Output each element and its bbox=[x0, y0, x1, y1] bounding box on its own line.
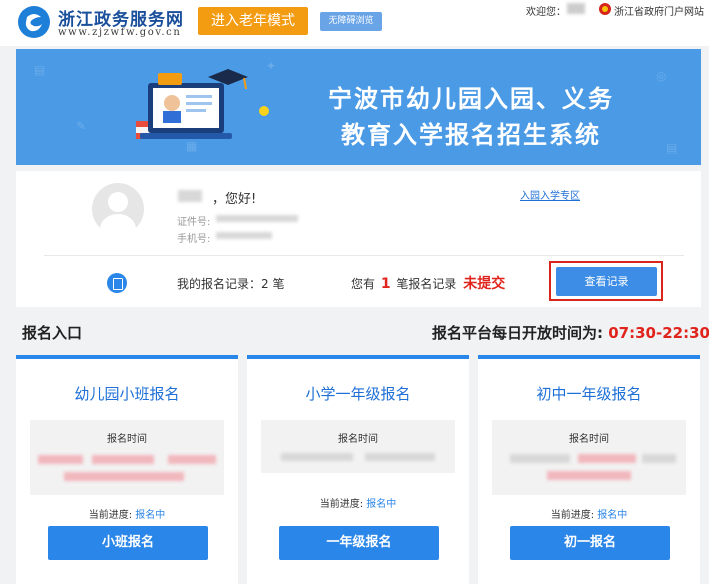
greeting-text: ，您好! bbox=[212, 192, 257, 207]
banner-title-line2: 教育入学报名招生系统 bbox=[341, 120, 601, 149]
redacted-time bbox=[281, 453, 353, 461]
elder-mode-button[interactable]: 进入老年模式 bbox=[198, 7, 308, 35]
education-illustration bbox=[136, 69, 269, 139]
redacted-time bbox=[38, 455, 83, 464]
progress-label: 当前进度: bbox=[550, 510, 595, 521]
progress-label: 当前进度: bbox=[319, 499, 364, 510]
redacted-username bbox=[567, 3, 585, 14]
my-records-count: 我的报名记录：2 笔 bbox=[177, 277, 285, 291]
pending-prefix: 您有 bbox=[351, 277, 376, 291]
pending-status: 未提交 bbox=[463, 276, 506, 292]
enroll-card-junior: 初中一年级报名 报名时间 当前进度: 报名中 初一报名 bbox=[478, 355, 700, 584]
banner-decoration-icon: ◎ bbox=[656, 69, 667, 83]
banner-title-line1: 宁波市幼儿园入园、义务 bbox=[328, 84, 614, 113]
system-banner: ▤ ✎ ▦ ◎ ▤ ✦ 宁波市幼儿园入园、义务 教育入学报名招生系统 bbox=[16, 49, 701, 165]
enroll-button-junior[interactable]: 初一报名 bbox=[510, 526, 670, 560]
opening-hours-label: 报名平台每日开放时间为: bbox=[432, 324, 603, 342]
enroll-time-label: 报名时间 bbox=[338, 434, 378, 445]
record-list-icon bbox=[107, 273, 127, 293]
site-url: www.zjzwfw.gov.cn bbox=[58, 27, 182, 38]
view-records-button[interactable]: 查看记录 bbox=[556, 267, 657, 296]
enroll-time-box: 报名时间 bbox=[30, 420, 224, 495]
app-logo-icon[interactable] bbox=[18, 6, 50, 38]
redacted-time bbox=[64, 472, 184, 481]
gov-emblem-icon bbox=[599, 3, 611, 15]
banner-decoration-icon: ✎ bbox=[76, 119, 87, 133]
user-info-card: ，您好! 证件号: 手机号: 入园入学专区 我的报名记录：2 笔 您有 1 笔报… bbox=[16, 171, 701, 307]
progress-status: 当前进度: 报名中 bbox=[247, 495, 469, 510]
enroll-card-primary: 小学一年级报名 报名时间 当前进度: 报名中 一年级报名 bbox=[247, 355, 469, 584]
redacted-time bbox=[547, 471, 631, 480]
id-number-label: 证件号: bbox=[177, 217, 211, 228]
divider bbox=[44, 255, 684, 256]
banner-decoration-icon: ▤ bbox=[34, 63, 46, 77]
redacted-name bbox=[178, 190, 202, 202]
top-header: 浙江政务服务网 www.zjzwfw.gov.cn 进入老年模式 无障碍浏览 欢… bbox=[0, 0, 709, 46]
enroll-time-box: 报名时间 bbox=[261, 420, 455, 473]
redacted-time bbox=[510, 454, 570, 463]
section-title: 报名入口 bbox=[22, 324, 83, 342]
phone-number-label: 手机号: bbox=[177, 234, 211, 245]
pending-record-notice: 您有 1 笔报名记录 未提交 bbox=[351, 273, 505, 293]
card-title: 小学一年级报名 bbox=[305, 385, 411, 403]
progress-status: 当前进度: 报名中 bbox=[478, 506, 700, 521]
banner-decoration-icon: ▤ bbox=[666, 141, 678, 155]
card-title: 初中一年级报名 bbox=[536, 385, 642, 403]
banner-title: 宁波市幼儿园入园、义务 教育入学报名招生系统 bbox=[301, 81, 641, 153]
opening-hours-value: 07:30-22:30 bbox=[608, 324, 709, 342]
pending-middle: 笔报名记录 bbox=[396, 277, 457, 291]
enroll-button-primary[interactable]: 一年级报名 bbox=[279, 526, 439, 560]
redacted-time bbox=[578, 454, 636, 463]
progress-value: 报名中 bbox=[135, 510, 166, 521]
progress-status: 当前进度: 报名中 bbox=[16, 506, 238, 521]
barrier-free-button[interactable]: 无障碍浏览 bbox=[320, 12, 382, 31]
avatar bbox=[92, 183, 144, 235]
redacted-phone-number bbox=[216, 232, 272, 239]
redacted-time bbox=[92, 455, 154, 464]
welcome-label: 欢迎您： bbox=[526, 7, 566, 18]
redacted-time bbox=[365, 453, 435, 461]
redacted-time bbox=[642, 454, 676, 463]
progress-value: 报名中 bbox=[597, 510, 628, 521]
card-title: 幼儿园小班报名 bbox=[74, 385, 180, 403]
opening-hours: 报名平台每日开放时间为: 07:30-22:30 bbox=[432, 322, 709, 343]
progress-value: 报名中 bbox=[366, 499, 397, 510]
enroll-card-kindergarten: 幼儿园小班报名 报名时间 当前进度: 报名中 小班报名 bbox=[16, 355, 238, 584]
pending-count: 1 bbox=[380, 276, 391, 292]
enrollment-zone-link[interactable]: 入园入学专区 bbox=[520, 187, 580, 202]
enroll-time-box: 报名时间 bbox=[492, 420, 686, 495]
enroll-time-label: 报名时间 bbox=[569, 434, 609, 445]
redacted-time bbox=[168, 455, 216, 464]
redacted-id-number bbox=[216, 215, 298, 222]
gov-portal-link[interactable]: 浙江省政府门户网站 bbox=[614, 3, 704, 18]
enroll-button-kindergarten[interactable]: 小班报名 bbox=[48, 526, 208, 560]
enroll-time-label: 报名时间 bbox=[107, 434, 147, 445]
progress-label: 当前进度: bbox=[88, 510, 133, 521]
